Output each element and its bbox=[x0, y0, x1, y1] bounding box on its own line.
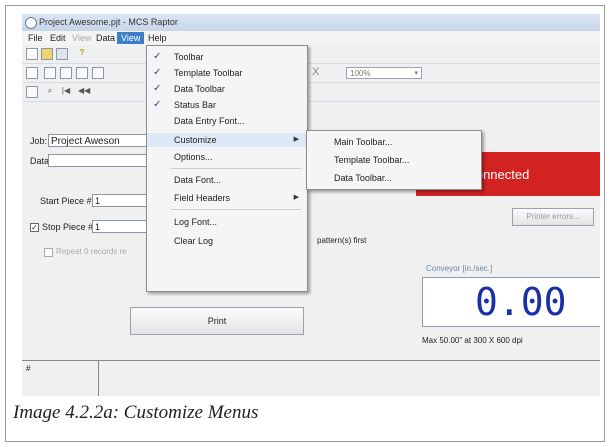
repeat-label: Repeat 0 records re bbox=[56, 247, 127, 256]
menu-edit[interactable]: Edit bbox=[46, 32, 70, 44]
help-icon[interactable]: ? bbox=[76, 48, 88, 60]
menu-item-clear-log[interactable]: Clear Log bbox=[147, 234, 307, 248]
job-field[interactable]: Project Aweson bbox=[48, 134, 156, 147]
stop-piece-field[interactable]: 1 bbox=[92, 220, 152, 233]
checkmark-icon: ✓ bbox=[153, 83, 162, 94]
job-label: Job: bbox=[30, 136, 48, 146]
start-piece-label: Start Piece #: bbox=[40, 196, 95, 206]
submenu-arrow-icon: ▶ bbox=[293, 136, 299, 143]
max-speed-text: Max 50.00" at 300 X 600 dpi bbox=[422, 336, 523, 345]
template-tool-icon-1[interactable] bbox=[44, 67, 56, 79]
zoom-value: 100% bbox=[350, 69, 371, 78]
menu-item-log-font[interactable]: Log Font... bbox=[147, 215, 307, 229]
submenu-arrow-icon: ▶ bbox=[293, 194, 299, 201]
new-file-icon[interactable] bbox=[26, 48, 38, 60]
data-toolbar: ⌕ |◀ ◀◀ bbox=[22, 83, 600, 102]
menu-help[interactable]: Help bbox=[144, 32, 171, 44]
conveyor-speed-value: 0.00 bbox=[475, 280, 567, 324]
printer-errors-button[interactable]: Printer errors... bbox=[512, 208, 594, 226]
menu-file[interactable]: File bbox=[24, 32, 47, 44]
figure-caption: Image 4.2.2a: Customize Menus bbox=[13, 402, 259, 423]
grid-divider bbox=[22, 360, 600, 361]
window-title: Project Awesome.pjt - MCS Raptor bbox=[39, 17, 178, 27]
app-icon bbox=[25, 17, 37, 29]
menu-item-field-headers[interactable]: Field Headers ▶ bbox=[147, 191, 307, 205]
menu-data[interactable]: Data bbox=[92, 32, 119, 44]
menu-bar: File Edit View Data View Help bbox=[22, 31, 600, 45]
binoculars-icon[interactable]: ⌕ bbox=[44, 86, 56, 98]
start-piece-field[interactable]: 1 bbox=[92, 194, 152, 207]
pattern-text: pattern(s) first bbox=[317, 236, 367, 245]
stop-piece-label: Stop Piece #: bbox=[42, 222, 96, 232]
zoom-combo[interactable]: 100% ▾ bbox=[346, 67, 422, 79]
save-icon[interactable] bbox=[56, 48, 68, 60]
template-tool-icon-3[interactable] bbox=[76, 67, 88, 79]
submenu-item-main-toolbar[interactable]: Main Toolbar... bbox=[307, 135, 481, 149]
stop-piece-checkbox[interactable]: ✓ bbox=[30, 223, 39, 232]
menu-item-data-font[interactable]: Data Font... bbox=[147, 173, 307, 187]
template-toolbar: X 100% ▾ bbox=[22, 64, 600, 83]
figure-frame: Project Awesome.pjt - MCS Raptor File Ed… bbox=[5, 5, 605, 442]
main-toolbar: ? bbox=[22, 45, 600, 64]
app-screenshot: Project Awesome.pjt - MCS Raptor File Ed… bbox=[22, 14, 600, 396]
x-tool-icon[interactable]: X bbox=[312, 66, 319, 78]
template-tool-icon-2[interactable] bbox=[60, 67, 72, 79]
checkmark-icon: ✓ bbox=[153, 99, 162, 110]
grid-header-number: # bbox=[26, 364, 31, 373]
grid-column-divider bbox=[98, 360, 99, 396]
title-bar: Project Awesome.pjt - MCS Raptor bbox=[22, 14, 600, 32]
open-folder-icon[interactable] bbox=[41, 48, 53, 60]
submenu-item-data-toolbar[interactable]: Data Toolbar... bbox=[307, 171, 481, 185]
menu-item-data-toolbar[interactable]: ✓ Data Toolbar bbox=[147, 82, 307, 96]
template-tool-icon-4[interactable] bbox=[92, 67, 104, 79]
menu-separator bbox=[171, 209, 301, 210]
conveyor-display: 0.00 bbox=[422, 277, 600, 327]
view-menu: ✓ Toolbar ✓ Template Toolbar ✓ Data Toolbar… bbox=[146, 45, 308, 292]
print-button[interactable]: Print bbox=[130, 307, 304, 335]
checkmark-icon: ✓ bbox=[153, 67, 162, 78]
menu-item-status-bar[interactable]: ✓ Status Bar bbox=[147, 98, 307, 112]
settings-dropdown-icon[interactable] bbox=[26, 67, 38, 79]
data-field[interactable] bbox=[48, 154, 156, 167]
menu-item-data-entry-font[interactable]: Data Entry Font... bbox=[147, 114, 307, 128]
menu-view[interactable]: View bbox=[117, 32, 145, 44]
previous-record-icon[interactable]: ◀◀ bbox=[78, 86, 90, 98]
menu-item-toolbar[interactable]: ✓ Toolbar bbox=[147, 50, 307, 64]
submenu-item-template-toolbar[interactable]: Template Toolbar... bbox=[307, 153, 481, 167]
chevron-down-icon: ▾ bbox=[414, 70, 418, 77]
customize-submenu: Main Toolbar... Template Toolbar... Data… bbox=[306, 130, 482, 190]
menu-item-customize[interactable]: Customize ▶ bbox=[147, 133, 307, 147]
menu-item-options[interactable]: Options... bbox=[147, 150, 307, 164]
menu-item-template-toolbar[interactable]: ✓ Template Toolbar bbox=[147, 66, 307, 80]
data-label: Data bbox=[30, 156, 50, 166]
checkmark-icon: ✓ bbox=[153, 51, 162, 62]
grid-icon[interactable] bbox=[26, 86, 38, 98]
conveyor-label: Conveyor [in./sec.] bbox=[426, 264, 493, 273]
repeat-checkbox[interactable] bbox=[44, 248, 53, 257]
menu-separator bbox=[171, 168, 301, 169]
first-record-icon[interactable]: |◀ bbox=[60, 86, 72, 98]
